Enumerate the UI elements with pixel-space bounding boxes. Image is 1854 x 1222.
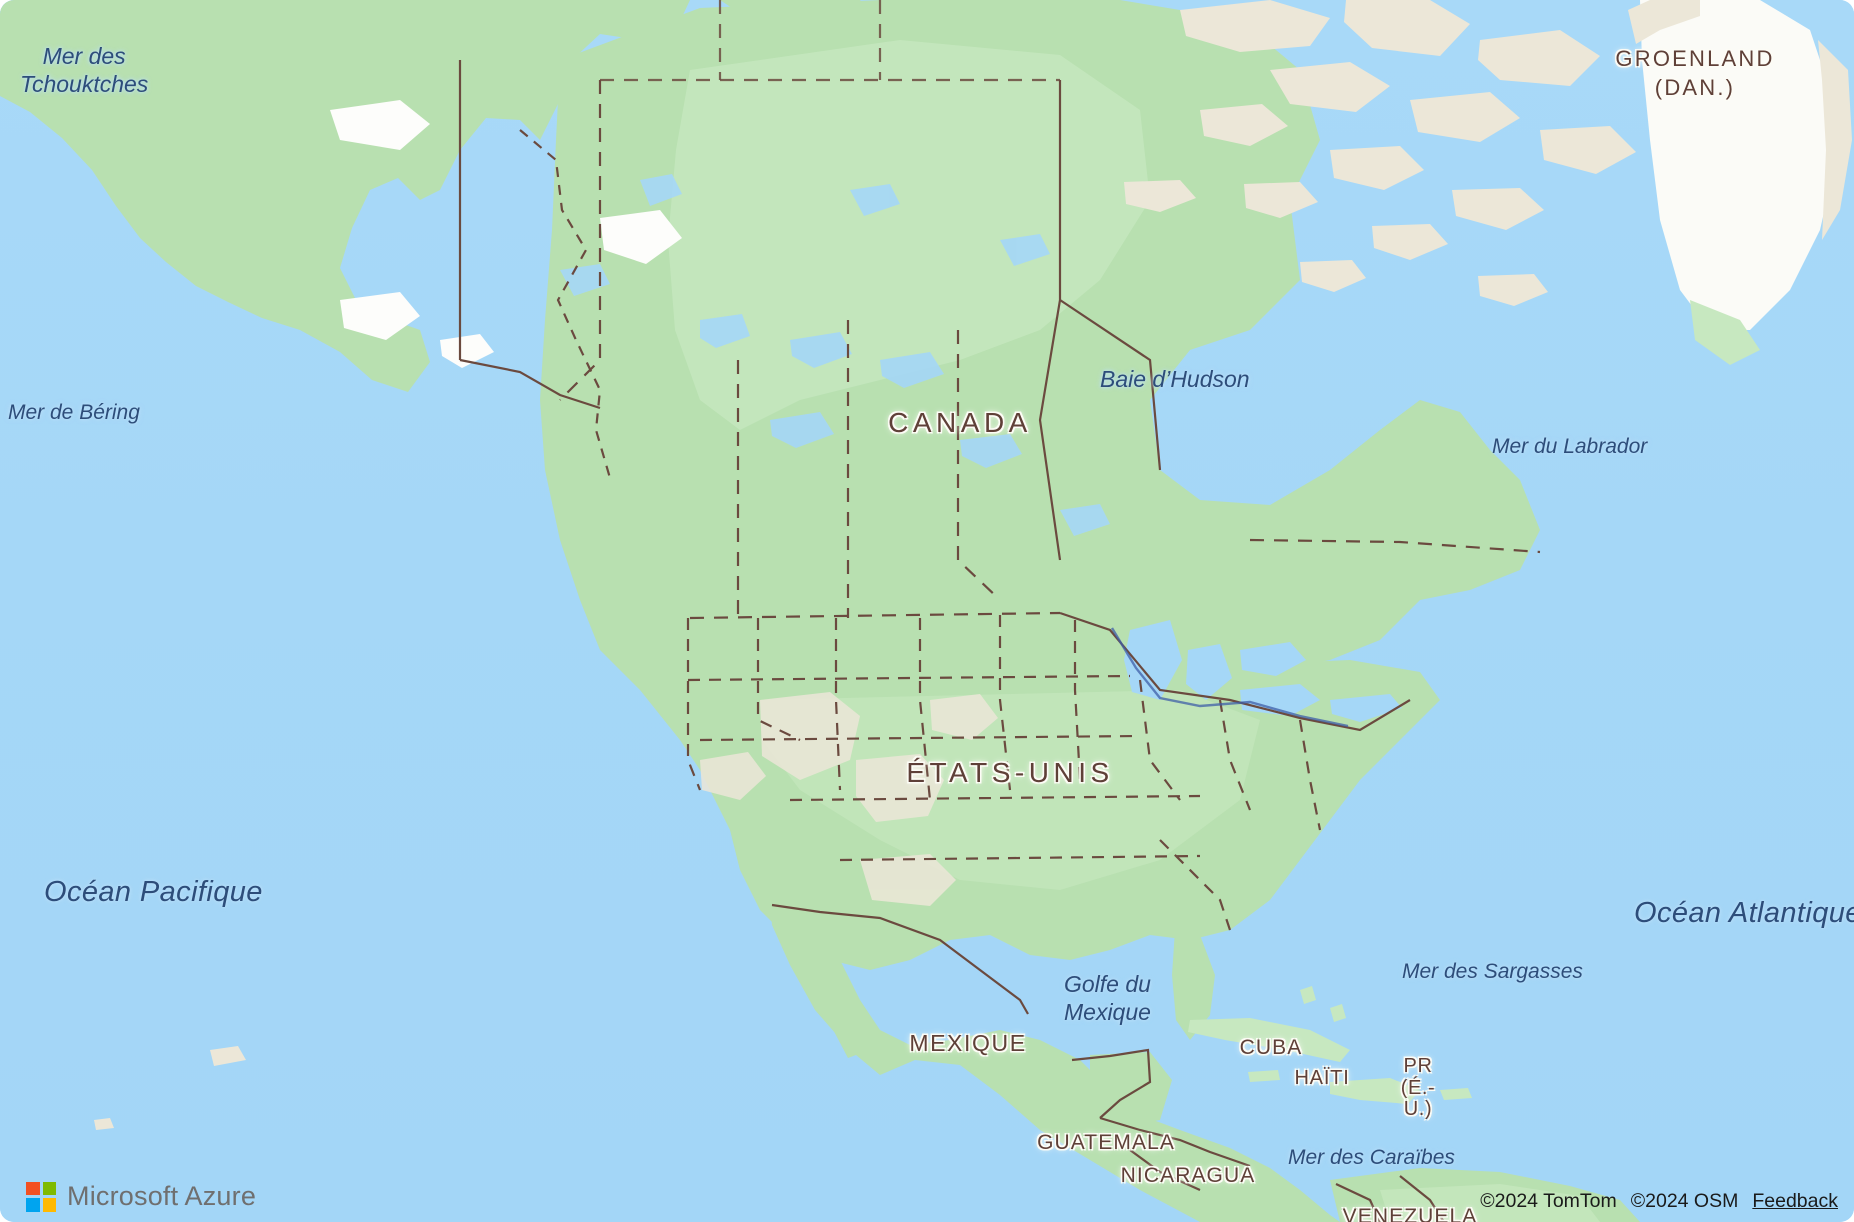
azure-logo: Microsoft Azure — [26, 1181, 256, 1212]
map-attribution: ©2024 TomTom ©2024 OSM Feedback — [1480, 1190, 1838, 1213]
azure-brand-text: Microsoft Azure — [67, 1181, 257, 1211]
attribution-tomtom: ©2024 TomTom — [1480, 1190, 1617, 1212]
microsoft-logo-icon — [26, 1181, 56, 1212]
feedback-link[interactable]: Feedback — [1752, 1190, 1838, 1213]
map-widget[interactable]: Mer des Tchouktches Mer de Béring Baie d’H… — [0, 0, 1854, 1222]
logo-square-yellow — [42, 1198, 56, 1212]
map-canvas[interactable]: Mer des Tchouktches Mer de Béring Baie d’H… — [0, 0, 1854, 1222]
attribution-osm: ©2024 OSM — [1630, 1190, 1739, 1212]
logo-square-red — [26, 1181, 40, 1195]
logo-square-blue — [26, 1198, 40, 1212]
landmass-layer — [0, 0, 1852, 1222]
logo-square-green — [42, 1181, 56, 1195]
